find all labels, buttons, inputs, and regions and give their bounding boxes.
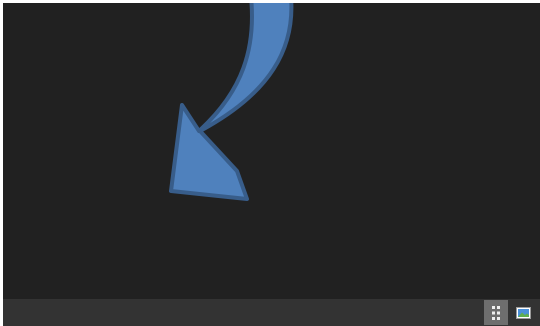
slide-canvas[interactable] xyxy=(3,3,540,299)
slide-view-button[interactable] xyxy=(511,300,535,325)
slide-view-icon xyxy=(515,306,531,319)
curved-arrow-shape[interactable] xyxy=(3,3,540,299)
slide-sorter-view-icon xyxy=(492,305,500,320)
slide-sorter-view-button[interactable] xyxy=(484,300,508,325)
presentation-window xyxy=(3,3,540,326)
status-bar xyxy=(3,299,540,326)
